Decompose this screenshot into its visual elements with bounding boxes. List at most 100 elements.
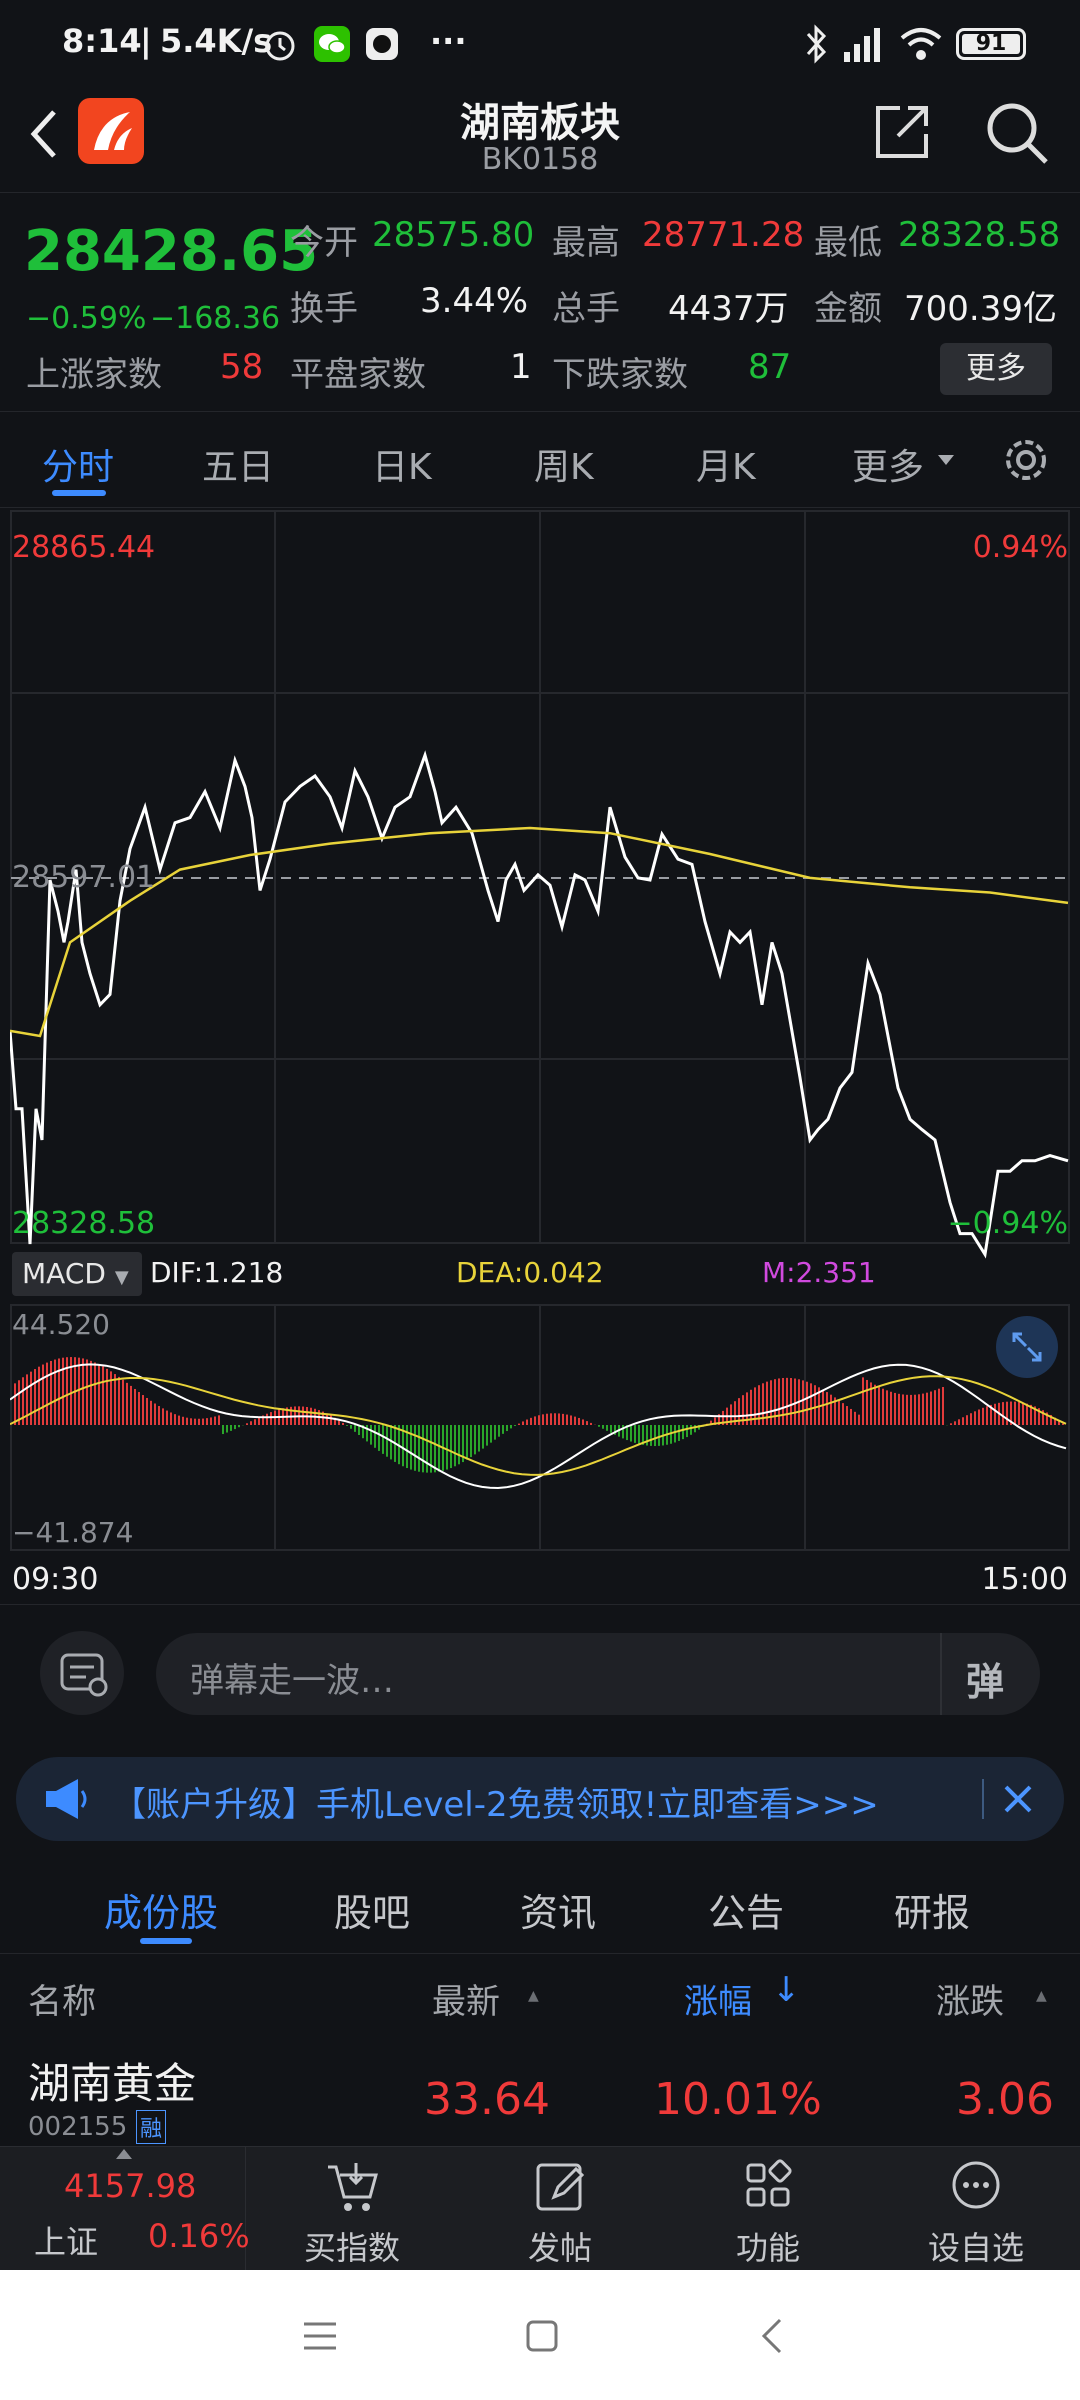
promo-banner[interactable]: 【账户升级】手机Level-2免费领取!立即查看>>>: [16, 1757, 1064, 1841]
macd-bar: [122, 1379, 124, 1425]
tab-more[interactable]: 更多: [852, 438, 924, 490]
macd-bar: [178, 1415, 180, 1425]
macd-bar: [78, 1357, 80, 1425]
macd-bar: [950, 1423, 952, 1425]
tab-research[interactable]: 研报: [894, 1882, 970, 1937]
functions-button[interactable]: 功能: [698, 2157, 838, 2269]
macd-bar: [30, 1371, 32, 1425]
macd-bar: [822, 1389, 824, 1425]
macd-bar: [426, 1425, 428, 1473]
macd-selector[interactable]: MACD ▼: [12, 1252, 142, 1296]
tab-daily-k[interactable]: 日K: [372, 438, 432, 490]
tab-news[interactable]: 资讯: [520, 1882, 596, 1937]
add-watchlist-button[interactable]: 设自选: [906, 2157, 1046, 2269]
back-nav-icon[interactable]: [752, 2314, 792, 2358]
macd-bar: [258, 1417, 260, 1425]
macd-bar: [422, 1425, 424, 1473]
message-list-icon: [60, 1653, 108, 1697]
share-icon[interactable]: [870, 100, 934, 164]
menu-icon[interactable]: [300, 2316, 340, 2356]
tab-forum[interactable]: 股吧: [334, 1882, 410, 1937]
table-row[interactable]: 湖南黄金 002155 融 33.64 10.01% 3.06: [0, 2036, 1080, 2146]
home-icon[interactable]: [522, 2316, 562, 2356]
comment-list-button[interactable]: [40, 1631, 124, 1715]
macd-bar: [806, 1381, 808, 1425]
macd-bar: [530, 1417, 532, 1425]
amount-value: 700.39亿: [904, 289, 1057, 329]
chart-grid: [10, 510, 1070, 1551]
macd-bar: [802, 1380, 804, 1425]
macd-bar: [254, 1419, 256, 1425]
tab-five-day[interactable]: 五日: [202, 438, 274, 490]
macd-bar: [838, 1400, 840, 1425]
battery-level: 91: [975, 31, 1007, 56]
status-divider: |: [140, 22, 152, 60]
tab-constituents[interactable]: 成份股: [104, 1882, 218, 1937]
down-count: 87: [748, 347, 792, 387]
macd-bar: [550, 1413, 552, 1425]
macd-bar: [1018, 1402, 1020, 1425]
macd-bar: [186, 1417, 188, 1425]
tab-announcements[interactable]: 公告: [708, 1882, 784, 1937]
macd-axis-top: 44.520: [12, 1308, 110, 1341]
macd-bar: [370, 1425, 372, 1445]
high-value: 28771.28: [642, 215, 805, 255]
buy-index-button[interactable]: 买指数: [282, 2157, 422, 2269]
dif-value: DIF:1.218: [150, 1256, 284, 1289]
macd-bar: [194, 1418, 196, 1425]
macd-bar: [206, 1418, 208, 1425]
close-icon[interactable]: [996, 1777, 1040, 1821]
tab-intraday[interactable]: 分时: [42, 438, 114, 490]
macd-bar: [142, 1395, 144, 1425]
macd-bar: [882, 1388, 884, 1425]
macd-bar: [510, 1425, 512, 1429]
comment-bar: 弹幕走一波… 弹: [0, 1604, 1080, 1754]
macd-bar: [238, 1425, 240, 1428]
promo-text[interactable]: 【账户升级】手机Level-2免费领取!立即查看>>>: [112, 1777, 879, 1826]
danmu-toggle-icon[interactable]: 弹: [966, 1651, 1004, 1706]
macd-bar: [158, 1406, 160, 1425]
macd-bar: [1002, 1402, 1004, 1425]
macd-bar: [854, 1411, 856, 1425]
edit-icon: [536, 2163, 585, 2211]
macd-bar: [62, 1357, 64, 1425]
macd-bar: [942, 1387, 944, 1425]
macd-bar: [438, 1425, 440, 1472]
turnover-value: 3.44%: [420, 281, 529, 321]
macd-bar: [874, 1384, 876, 1425]
macd-bar: [114, 1374, 116, 1425]
functions-label: 功能: [735, 2229, 800, 2267]
macd-bar: [922, 1393, 924, 1425]
macd-bar: [350, 1425, 352, 1429]
tab-weekly-k[interactable]: 周K: [534, 438, 594, 490]
macd-bar: [574, 1416, 576, 1425]
macd-bar: [778, 1378, 780, 1425]
macd-bar: [794, 1378, 796, 1425]
macd-bar: [610, 1425, 612, 1433]
tab-monthly-k[interactable]: 月K: [696, 438, 756, 490]
macd-bar: [162, 1408, 164, 1425]
column-change[interactable]: 涨跌: [936, 1974, 1004, 2023]
fullscreen-button[interactable]: [996, 1316, 1058, 1378]
macd-bar: [458, 1425, 460, 1465]
open-value: 28575.80: [372, 215, 535, 255]
search-icon[interactable]: [982, 98, 1052, 168]
post-button[interactable]: 发帖: [490, 2157, 630, 2269]
settings-gear-icon[interactable]: [998, 432, 1054, 488]
more-button[interactable]: 更多: [940, 343, 1052, 395]
macd-bar: [570, 1415, 572, 1425]
column-latest[interactable]: 最新: [432, 1974, 500, 2023]
danmu-input-box[interactable]: 弹幕走一波… 弹: [156, 1633, 1040, 1715]
signal-icon: [844, 28, 880, 62]
macd-bar: [230, 1425, 232, 1431]
intraday-chart[interactable]: 28865.44 0.94% 28597.01 28328.58 −0.94% …: [10, 510, 1070, 1602]
macd-bar: [534, 1416, 536, 1425]
danmu-input[interactable]: 弹幕走一波…: [190, 1653, 394, 1702]
macd-bar: [218, 1415, 220, 1425]
open-label: 今开: [290, 223, 358, 263]
column-change-percent[interactable]: 涨幅: [684, 1974, 752, 2023]
index-ticker[interactable]: 4157.98 上证 0.16%: [0, 2147, 250, 2271]
time-end: 15:00: [981, 1562, 1068, 1597]
macd-bar: [382, 1425, 384, 1454]
macd-bar: [506, 1425, 508, 1432]
